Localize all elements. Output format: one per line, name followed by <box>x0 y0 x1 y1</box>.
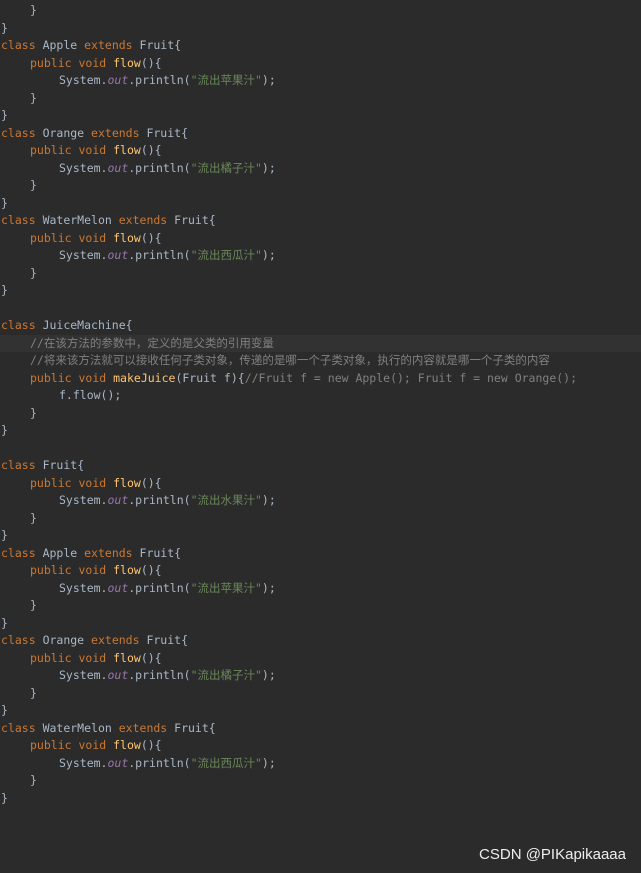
code-line: public void flow(){ <box>30 738 162 752</box>
code-line: System.out.println("流出西瓜汁"); <box>59 248 276 262</box>
code-line: System.out.println("流出西瓜汁"); <box>59 755 276 770</box>
watermark: CSDN @PIKapikaaaa <box>479 846 626 863</box>
code-line: } <box>1 423 8 437</box>
code-line: } <box>1 790 8 805</box>
code-line: public void flow(){ <box>30 563 162 577</box>
code-line: } <box>30 265 37 280</box>
code-line: } <box>1 283 8 297</box>
code-line: } <box>30 178 37 192</box>
code-line: class WaterMelon extends Fruit{ <box>1 213 216 227</box>
code-line: f.flow(); <box>59 388 122 402</box>
code-line: } <box>30 773 37 787</box>
code-line: } <box>1 20 8 35</box>
code-line: } <box>30 90 37 105</box>
code-line: //将来该方法就可以接收任何子类对象，传递的是哪一个子类对象，执行的内容就是哪一… <box>30 353 550 367</box>
code-line-highlighted: //在该方法的参数中，定义的是父类的引用变量 <box>0 334 641 352</box>
code-line: class WaterMelon extends Fruit{ <box>1 720 216 735</box>
code-line: } <box>30 510 37 525</box>
code-line: } <box>1 108 8 122</box>
code-line: class Orange extends Fruit{ <box>1 633 189 647</box>
code-line: System.out.println("流出橘子汁"); <box>59 160 276 175</box>
code-line: } <box>30 3 37 17</box>
code-line: class Orange extends Fruit{ <box>1 125 189 140</box>
code-line: class Apple extends Fruit{ <box>1 545 182 560</box>
code-line: System.out.println("流出苹果汁"); <box>59 73 276 87</box>
code-line: } <box>1 528 8 542</box>
code-line: System.out.println("流出橘子汁"); <box>59 668 276 682</box>
code-line: public void flow(){ <box>30 143 162 157</box>
code-line: } <box>1 615 8 630</box>
code-line: } <box>1 703 8 717</box>
code-line: public void flow(){ <box>30 650 162 665</box>
code-line: System.out.println("流出水果汁"); <box>59 493 276 507</box>
code-line: } <box>30 598 37 612</box>
code-line: public void makeJuice(Fruit f){//Fruit f… <box>30 370 578 385</box>
code-line: public void flow(){ <box>30 475 162 490</box>
code-line: class JuiceMachine{ <box>1 318 133 332</box>
code-line: } <box>30 685 37 700</box>
code-line: System.out.println("流出苹果汁"); <box>59 580 276 595</box>
code-line: class Apple extends Fruit{ <box>1 38 182 52</box>
code-line: } <box>1 195 8 210</box>
code-line: } <box>30 405 37 420</box>
code-line: public void flow(){ <box>30 230 162 245</box>
code-line: public void flow(){ <box>30 55 162 70</box>
code-editor[interactable]: } } class Apple extends Fruit{ public vo… <box>0 0 641 873</box>
code-line: class Fruit{ <box>1 458 85 472</box>
